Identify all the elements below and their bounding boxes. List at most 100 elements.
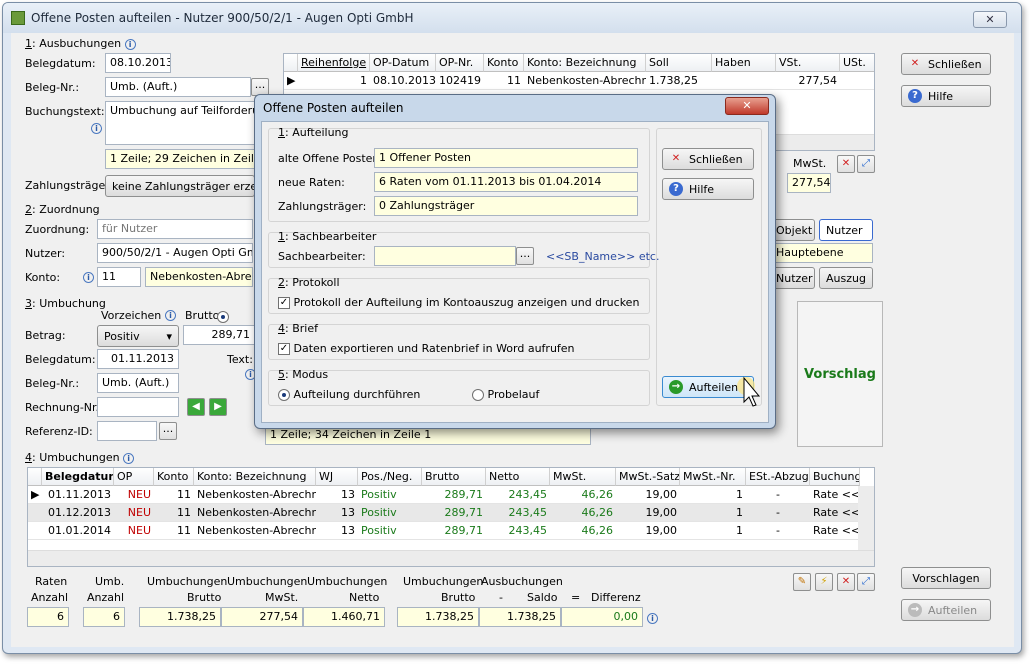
- aufteilen-button[interactable]: → Aufteilen: [901, 599, 991, 621]
- table-cell[interactable]: Rate <<F: [810, 522, 858, 540]
- referenz-field[interactable]: [97, 421, 157, 441]
- column-header[interactable]: Belegdatum: [42, 468, 114, 486]
- table-cell[interactable]: 243,45: [486, 504, 550, 522]
- nutzer-button[interactable]: Nutzer: [771, 267, 815, 289]
- table-cell[interactable]: NEU: [114, 486, 154, 504]
- table-cell[interactable]: 277,54: [776, 72, 840, 90]
- column-header[interactable]: OP-Nr.: [436, 54, 484, 72]
- modus-probelauf-radio[interactable]: Probelauf: [472, 388, 539, 401]
- table-cell[interactable]: 01.01.2014: [42, 522, 114, 540]
- umbuchungen-grid[interactable]: Belegdatum OP Konto Konto: Bezeichnung W…: [27, 467, 875, 567]
- info-icon[interactable]: i: [83, 272, 94, 283]
- window-close-button[interactable]: ✕: [973, 11, 1007, 28]
- column-header[interactable]: Konto: [484, 54, 524, 72]
- hilfe-button[interactable]: ? Hilfe: [901, 85, 991, 107]
- table-cell[interactable]: 11: [154, 522, 194, 540]
- table-cell[interactable]: 102419: [436, 72, 484, 90]
- dialog-close-button[interactable]: ✕: [725, 97, 769, 115]
- column-header[interactable]: WJ: [316, 468, 358, 486]
- info-icon[interactable]: i: [124, 38, 136, 50]
- info-icon[interactable]: i: [647, 613, 658, 624]
- table-cell[interactable]: [712, 72, 776, 90]
- table-cell[interactable]: 13: [316, 486, 358, 504]
- table-cell[interactable]: 1: [680, 486, 746, 504]
- table-cell[interactable]: Positiv: [358, 504, 422, 522]
- table-cell[interactable]: 1.738,25: [646, 72, 712, 90]
- table-cell[interactable]: 19,00: [616, 486, 680, 504]
- sachbearbeiter-browse-button[interactable]: ...: [516, 247, 534, 265]
- table-cell[interactable]: 11: [154, 504, 194, 522]
- brutto-radio[interactable]: [217, 311, 229, 323]
- column-header[interactable]: Konto: Bezeichnung: [524, 54, 646, 72]
- column-header[interactable]: OP: [114, 468, 154, 486]
- table-cell[interactable]: NEU: [114, 504, 154, 522]
- zahlungstraeger-select[interactable]: keine Zahlungsträger erzeug: [105, 175, 271, 197]
- table-cell[interactable]: 289,71: [422, 486, 486, 504]
- info-icon[interactable]: i: [91, 123, 102, 134]
- table-cell[interactable]: 11: [484, 72, 524, 90]
- table-cell[interactable]: 46,26: [550, 504, 616, 522]
- table-cell[interactable]: 243,45: [486, 522, 550, 540]
- table-cell[interactable]: 1: [298, 72, 370, 90]
- column-header[interactable]: MwSt.-Satz: [616, 468, 680, 486]
- info-icon[interactable]: i: [123, 452, 135, 464]
- column-header[interactable]: Buchung: [810, 468, 860, 486]
- table-cell[interactable]: Positiv: [358, 486, 422, 504]
- sachbearbeiter-field[interactable]: [374, 246, 516, 266]
- table-cell[interactable]: 01.11.2013: [42, 486, 114, 504]
- arrow-right-icon[interactable]: ▶: [209, 398, 227, 416]
- betrag-field[interactable]: 289,71: [183, 325, 255, 345]
- table-cell[interactable]: 1: [680, 522, 746, 540]
- column-header[interactable]: Netto: [486, 468, 550, 486]
- table-cell[interactable]: 289,71: [422, 504, 486, 522]
- table-cell[interactable]: Rate <<F: [810, 486, 858, 504]
- betrag-select[interactable]: Positiv ▾: [97, 325, 179, 347]
- arrow-left-icon[interactable]: ◀: [187, 398, 205, 416]
- expand-icon[interactable]: ⤢: [857, 155, 875, 173]
- table-cell[interactable]: Nebenkosten-Abrechnur: [194, 486, 316, 504]
- column-header[interactable]: OP-Datum: [370, 54, 436, 72]
- auszug-button[interactable]: Auszug: [819, 267, 873, 289]
- table-cell[interactable]: -: [746, 522, 810, 540]
- column-header[interactable]: Reihenfolge: [298, 54, 370, 72]
- column-header[interactable]: Brutto: [422, 468, 486, 486]
- delete-icon[interactable]: ✕: [837, 155, 855, 173]
- belegnr-field[interactable]: Umb. (Auft.): [105, 77, 251, 97]
- table-cell[interactable]: 13: [316, 522, 358, 540]
- protokoll-checkbox[interactable]: ✓ Protokoll der Aufteilung im Kontoauszu…: [278, 296, 639, 309]
- nutzer-toggle-button[interactable]: Nutzer: [819, 219, 873, 241]
- table-cell[interactable]: 289,71: [422, 522, 486, 540]
- belegdatum-field[interactable]: 08.10.2013: [105, 53, 171, 73]
- table-cell[interactable]: -: [746, 486, 810, 504]
- referenz-browse-button[interactable]: ...: [159, 422, 177, 440]
- table-cell[interactable]: NEU: [114, 522, 154, 540]
- column-header[interactable]: USt.: [840, 54, 874, 72]
- table-cell[interactable]: Rate <<F: [810, 504, 858, 522]
- dialog-schliessen-button[interactable]: ✕ Schließen: [662, 148, 754, 170]
- table-cell[interactable]: 19,00: [616, 504, 680, 522]
- table-cell[interactable]: 11: [154, 486, 194, 504]
- column-header[interactable]: ESt.-Abzug: [746, 468, 810, 486]
- table-cell[interactable]: Nebenkosten-Abrechnur: [194, 504, 316, 522]
- zuordnung-field[interactable]: für Nutzer: [97, 219, 253, 239]
- modus-durchfuehren-radio[interactable]: Aufteilung durchführen: [278, 388, 420, 401]
- edit-icon[interactable]: ✎: [793, 573, 811, 591]
- lightning-icon[interactable]: ⚡: [815, 573, 833, 591]
- rechnungnr-field[interactable]: [97, 397, 179, 417]
- table-cell[interactable]: -: [746, 504, 810, 522]
- dialog-hilfe-button[interactable]: ? Hilfe: [662, 178, 754, 200]
- table-cell[interactable]: 01.12.2013: [42, 504, 114, 522]
- table-cell[interactable]: 08.10.2013: [370, 72, 436, 90]
- table-cell[interactable]: 46,26: [550, 522, 616, 540]
- column-header[interactable]: Haben: [712, 54, 776, 72]
- vorschlag-panel[interactable]: Vorschlag: [797, 301, 883, 447]
- column-header[interactable]: Konto: Bezeichnung: [194, 468, 316, 486]
- umb-belegdatum-field[interactable]: 01.11.2013: [97, 349, 179, 369]
- table-cell[interactable]: Nebenkosten-Abrechnur: [524, 72, 646, 90]
- buchungstext-field[interactable]: Umbuchung auf Teilforderun: [105, 101, 255, 145]
- column-header[interactable]: Soll: [646, 54, 712, 72]
- column-header[interactable]: Konto: [154, 468, 194, 486]
- vorschlagen-button[interactable]: Vorschlagen: [901, 567, 991, 589]
- table-cell[interactable]: 13: [316, 504, 358, 522]
- table-cell[interactable]: [840, 72, 874, 90]
